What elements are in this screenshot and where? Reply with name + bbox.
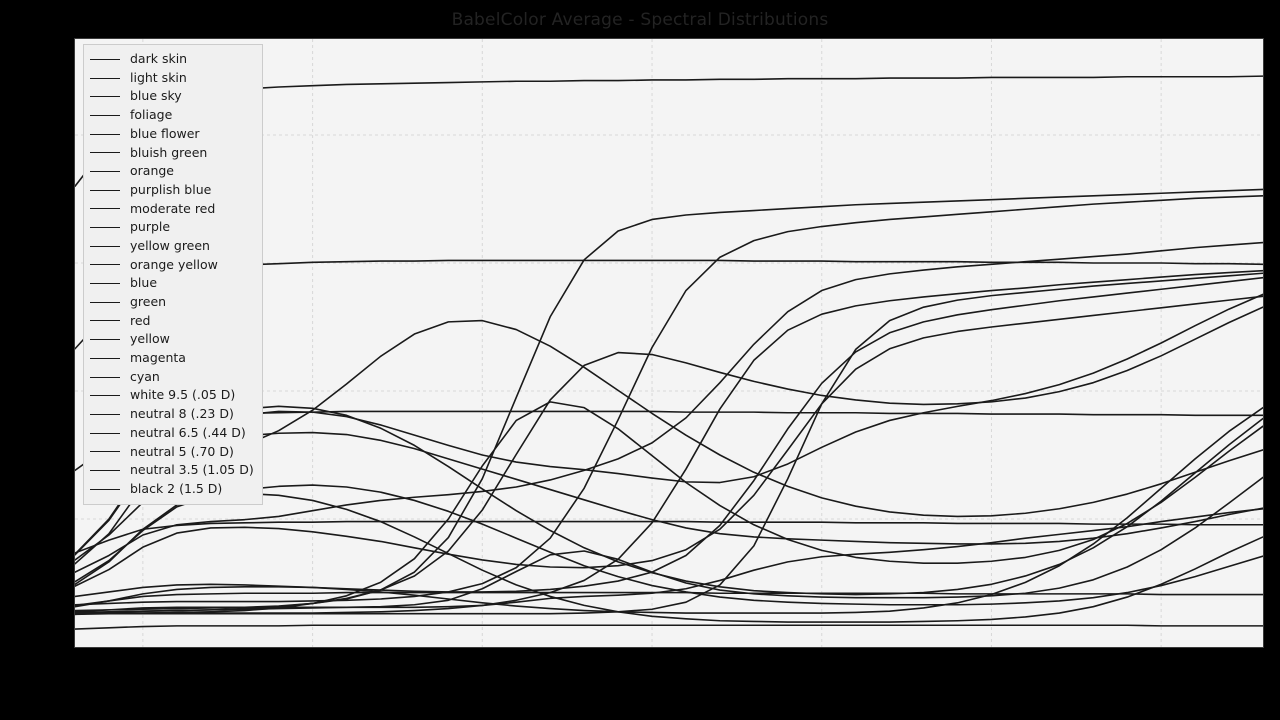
legend-line-icon xyxy=(90,133,120,135)
legend-item-label: magenta xyxy=(130,350,186,366)
legend-item-label: purplish blue xyxy=(130,181,212,197)
series-line xyxy=(75,493,1263,622)
legend-item-label: neutral 6.5 (.44 D) xyxy=(130,424,246,440)
legend-item-label: blue sky xyxy=(130,88,182,104)
legend-box[interactable]: dark skin light skin blue sky foliage blue f… xyxy=(83,44,263,505)
legend-item[interactable]: orange xyxy=(90,162,254,181)
legend-item-label: neutral 3.5 (1.05 D) xyxy=(130,462,254,478)
legend-item[interactable]: dark skin xyxy=(90,50,254,69)
legend-item-label: bluish green xyxy=(130,144,208,160)
legend-line-icon xyxy=(90,208,120,210)
legend-line-icon xyxy=(90,114,120,116)
legend-item[interactable]: purple xyxy=(90,218,254,237)
legend-item-label: light skin xyxy=(130,69,187,85)
legend-item-label: cyan xyxy=(130,368,160,384)
legend-item-label: foliage xyxy=(130,107,173,123)
legend-item-label: neutral 8 (.23 D) xyxy=(130,406,234,422)
series-line xyxy=(75,625,1263,629)
legend-line-icon xyxy=(90,320,120,322)
legend-item[interactable]: blue sky xyxy=(90,87,254,106)
series-line xyxy=(75,522,1263,553)
chart-title: BabelColor Average - Spectral Distributi… xyxy=(451,10,829,30)
legend-line-icon xyxy=(90,432,120,434)
legend-line-icon xyxy=(90,395,120,397)
legend-line-icon xyxy=(90,283,120,285)
plot-area[interactable]: dark skin light skin blue sky foliage blue f… xyxy=(74,38,1264,648)
legend-item[interactable]: cyan xyxy=(90,368,254,387)
legend-line-icon xyxy=(90,170,120,172)
legend-line-icon xyxy=(90,77,120,79)
legend-item-label: blue xyxy=(130,275,158,291)
legend-item[interactable]: yellow xyxy=(90,330,254,349)
legend-item-label: orange yellow xyxy=(130,256,218,272)
legend-item[interactable]: red xyxy=(90,312,254,331)
legend-line-icon xyxy=(90,413,120,415)
legend-line-icon xyxy=(90,152,120,154)
legend-line-icon xyxy=(90,96,120,98)
legend-item[interactable]: white 9.5 (.05 D) xyxy=(90,386,254,405)
legend-item[interactable]: neutral 5 (.70 D) xyxy=(90,442,254,461)
legend-line-icon xyxy=(90,339,120,341)
legend-item[interactable]: black 2 (1.5 D) xyxy=(90,480,254,499)
legend-line-icon xyxy=(90,451,120,453)
legend-item[interactable]: blue xyxy=(90,274,254,293)
legend-item[interactable]: green xyxy=(90,293,254,312)
legend-item-label: yellow green xyxy=(130,237,210,253)
legend-item[interactable]: blue flower xyxy=(90,125,254,144)
legend-item-label: yellow xyxy=(130,331,170,347)
legend-item[interactable]: neutral 8 (.23 D) xyxy=(90,405,254,424)
legend-item[interactable]: bluish green xyxy=(90,143,254,162)
legend-item[interactable]: neutral 6.5 (.44 D) xyxy=(90,424,254,443)
legend-item[interactable]: orange yellow xyxy=(90,256,254,275)
legend-item-label: neutral 5 (.70 D) xyxy=(130,443,234,459)
legend-line-icon xyxy=(90,488,120,490)
legend-item[interactable]: yellow green xyxy=(90,237,254,256)
legend-line-icon xyxy=(90,376,120,378)
legend-line-icon xyxy=(90,189,120,191)
legend-item[interactable]: moderate red xyxy=(90,200,254,219)
legend-line-icon xyxy=(90,264,120,266)
figure-canvas: BabelColor Average - Spectral Distributi… xyxy=(0,0,1280,720)
legend-item-label: orange xyxy=(130,163,174,179)
legend-item[interactable]: magenta xyxy=(90,349,254,368)
legend-item[interactable]: light skin xyxy=(90,69,254,88)
legend-item-label: dark skin xyxy=(130,51,188,67)
legend-line-icon xyxy=(90,245,120,247)
legend-item-label: purple xyxy=(130,219,171,235)
legend-item-label: red xyxy=(130,312,151,328)
legend-item[interactable]: neutral 3.5 (1.05 D) xyxy=(90,461,254,480)
legend-item-label: green xyxy=(130,294,167,310)
legend-item-label: blue flower xyxy=(130,125,200,141)
legend-line-icon xyxy=(90,227,120,229)
legend-item[interactable]: purplish blue xyxy=(90,181,254,200)
legend-item-label: black 2 (1.5 D) xyxy=(130,480,223,496)
legend-line-icon xyxy=(90,58,120,60)
legend-item-label: white 9.5 (.05 D) xyxy=(130,387,236,403)
legend-item-label: moderate red xyxy=(130,200,216,216)
legend-line-icon xyxy=(90,469,120,471)
legend-line-icon xyxy=(90,301,120,303)
legend-item[interactable]: foliage xyxy=(90,106,254,125)
legend-line-icon xyxy=(90,357,120,359)
